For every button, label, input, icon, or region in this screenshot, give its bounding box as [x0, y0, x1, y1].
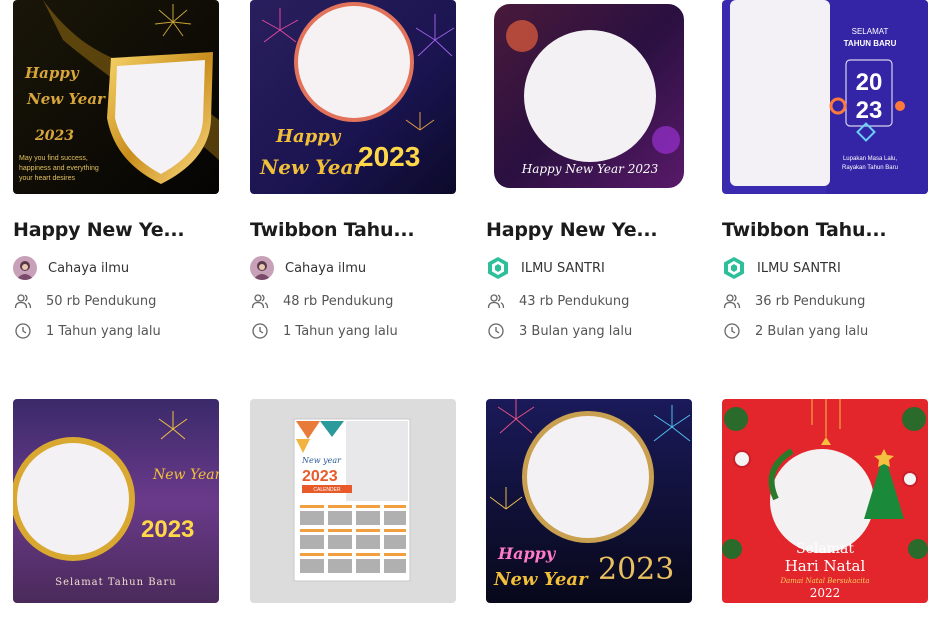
ilmu-santri-logo	[486, 256, 510, 280]
author-avatar	[13, 256, 37, 280]
thumb-text: 2023	[598, 552, 674, 587]
thumbnail-twibbon-tahun-baru-fireworks: Happy New Year 2023	[250, 0, 456, 194]
card-title[interactable]: Happy New Ye...	[13, 219, 219, 241]
thumb-text: Rayakan Tahun Baru	[842, 165, 898, 171]
card-thumbnail[interactable]: SELAMAT TAHUN BARU 20 23 Lupakan Masa La…	[722, 0, 928, 194]
card-supporters: 36 rb Pendukung	[722, 291, 865, 311]
card-thumbnail[interactable]: Happy New Year 2023 May you find success…	[13, 0, 219, 194]
time-ago: 3 Bulan yang lalu	[519, 323, 633, 339]
card-time: 1 Tahun yang lalu	[250, 321, 398, 341]
thumb-text: CALENDER	[313, 487, 341, 493]
thumb-text: SELAMAT	[852, 27, 889, 36]
card-thumbnail[interactable]: Happy New Year 2023	[250, 0, 456, 194]
card-thumbnail[interactable]: Happy New Year 2023	[486, 399, 692, 603]
card-author[interactable]: ILMU SANTRI	[722, 256, 841, 280]
thumb-text: Happy	[24, 64, 80, 82]
card-time: 3 Bulan yang lalu	[486, 321, 632, 341]
users-icon	[723, 292, 741, 310]
thumb-text: May you find success,	[19, 155, 88, 162]
thumb-text: New Year	[259, 155, 365, 179]
thumb-text: 2023	[358, 141, 420, 172]
card-title[interactable]: Happy New Ye...	[486, 219, 692, 241]
card-thumbnail[interactable]: New Year 2023 Selamat Tahun Baru	[13, 399, 219, 603]
thumb-text: 23	[856, 97, 883, 124]
time-ago: 1 Tahun yang lalu	[283, 323, 398, 339]
supporters-count: 36 rb Pendukung	[755, 293, 866, 309]
users-icon	[487, 292, 505, 310]
author-name: ILMU SANTRI	[521, 260, 605, 276]
clock-icon	[723, 322, 741, 340]
thumb-text: Happy	[275, 126, 342, 147]
thumb-text: happiness and everything	[19, 165, 99, 172]
card-thumbnail[interactable]: Happy New Year 2023	[486, 0, 692, 194]
card-thumbnail[interactable]: Selamat Hari Natal Damai Natal Bersukaci…	[722, 399, 928, 603]
thumb-text: New Year	[493, 569, 589, 590]
thumb-text: Lupakan Masa Lalu,	[843, 156, 897, 162]
author-name: Cahaya ilmu	[285, 260, 367, 276]
thumbnail-twibbon-tahun-baru-purple: SELAMAT TAHUN BARU 20 23 Lupakan Masa La…	[722, 0, 928, 194]
author-name: ILMU SANTRI	[757, 260, 841, 276]
card-supporters: 50 rb Pendukung	[13, 291, 156, 311]
clock-icon	[487, 322, 505, 340]
card-author[interactable]: Cahaya ilmu	[13, 256, 130, 280]
card-thumbnail[interactable]: New year 2023 CALENDER	[250, 399, 456, 603]
supporters-count: 48 rb Pendukung	[283, 293, 394, 309]
thumbnail-selamat-hari-natal: Selamat Hari Natal Damai Natal Bersukaci…	[722, 399, 928, 603]
thumb-text: 20	[856, 69, 883, 96]
author-name: Cahaya ilmu	[48, 260, 130, 276]
card-title[interactable]: Twibbon Tahu...	[250, 219, 456, 241]
thumb-text: 2023	[34, 128, 74, 144]
thumb-text: Hari Natal	[785, 557, 866, 575]
thumb-text: your heart desires	[19, 175, 76, 182]
card-title[interactable]: Twibbon Tahu...	[722, 219, 928, 241]
author-avatar	[250, 256, 274, 280]
time-ago: 2 Bulan yang lalu	[755, 323, 869, 339]
supporters-count: 50 rb Pendukung	[46, 293, 157, 309]
card-time: 2 Bulan yang lalu	[722, 321, 868, 341]
thumb-text: Damai Natal Bersukacita	[779, 577, 869, 585]
thumbnail-selamat-tahun-baru-gold-ring: New Year 2023 Selamat Tahun Baru	[13, 399, 219, 603]
clock-icon	[14, 322, 32, 340]
supporters-count: 43 rb Pendukung	[519, 293, 630, 309]
thumb-text: New Year	[26, 90, 106, 108]
thumb-text: Selamat	[796, 541, 854, 557]
card-author[interactable]: Cahaya ilmu	[250, 256, 367, 280]
ilmu-santri-logo	[722, 256, 746, 280]
card-supporters: 48 rb Pendukung	[250, 291, 393, 311]
thumb-text: New Year	[152, 467, 219, 483]
card-time: 1 Tahun yang lalu	[13, 321, 161, 341]
card-author[interactable]: ILMU SANTRI	[486, 256, 605, 280]
thumb-text: 2023	[141, 516, 194, 543]
time-ago: 1 Tahun yang lalu	[46, 323, 161, 339]
thumb-text: 2023	[302, 468, 338, 485]
thumbnail-happy-new-year-gold-shield: Happy New Year 2023 May you find success…	[13, 0, 219, 194]
thumbnail-happy-new-year-neon-frame: Happy New Year 2023	[490, 0, 688, 192]
users-icon	[14, 292, 32, 310]
thumb-text: Happy	[497, 544, 557, 563]
clock-icon	[251, 322, 269, 340]
thumb-text: Selamat Tahun Baru	[55, 577, 176, 588]
thumb-text: Happy New Year 2023	[521, 162, 659, 176]
thumb-text: 2022	[810, 586, 841, 600]
card-supporters: 43 rb Pendukung	[486, 291, 629, 311]
users-icon	[251, 292, 269, 310]
thumbnail-happy-new-year-fireworks: Happy New Year 2023	[486, 399, 692, 603]
thumbnail-calendar-2023: New year 2023 CALENDER	[250, 399, 456, 603]
thumb-text: New year	[301, 456, 342, 465]
thumb-text: TAHUN BARU	[844, 39, 897, 48]
